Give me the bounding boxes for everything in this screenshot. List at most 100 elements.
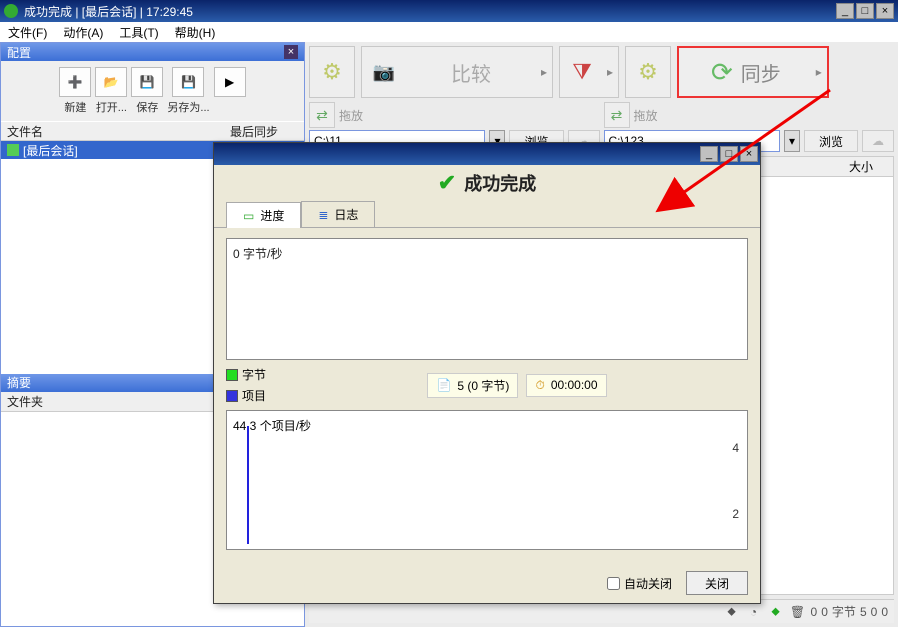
legend-bytes-label: 字节 — [242, 366, 266, 383]
dialog-header: ✔ 成功完成 — [214, 165, 760, 201]
new-button[interactable]: ➕ — [59, 67, 91, 97]
close-button[interactable]: × — [876, 3, 894, 19]
session-label: [最后会话] — [23, 142, 78, 159]
items-graph-axis: 4 2 — [732, 441, 739, 521]
path-right-dropdown-icon[interactable]: ▾ — [784, 130, 800, 152]
dialog-maximize-button[interactable]: □ — [720, 146, 738, 162]
axis-hi: 4 — [732, 441, 739, 455]
bytes-graph: 0 字节/秒 — [226, 238, 748, 360]
menu-bar: 文件(F) 动作(A) 工具(T) 帮助(H) — [0, 22, 898, 42]
save-label: 保存 — [136, 99, 158, 115]
items-graph-label: 44.3 个项目/秒 — [233, 419, 311, 433]
options-icon[interactable] — [628, 52, 668, 92]
bytes-graph-label: 0 字节/秒 — [233, 247, 282, 261]
settings-icon[interactable] — [312, 52, 352, 92]
info-count-chip: 5 (0 字节) — [427, 373, 518, 398]
session-icon — [7, 144, 19, 156]
tab-log-label: 日志 — [334, 206, 358, 223]
sync-button[interactable]: 同步 — [681, 50, 811, 94]
info-count: 5 (0 字节) — [457, 377, 509, 394]
status-icon-4[interactable]: 🗑 — [789, 603, 807, 621]
menu-help[interactable]: 帮助(H) — [171, 22, 220, 43]
drop-right-label: 拖放 — [634, 107, 658, 124]
camera-icon[interactable] — [364, 52, 404, 92]
tab-progress-label: 进度 — [260, 207, 284, 224]
cloud-right-icon[interactable]: ☁ — [862, 130, 894, 152]
window-title: 成功完成 | [最后会话] | 17:29:45 — [24, 3, 834, 20]
menu-action[interactable]: 动作(A) — [59, 22, 107, 43]
window-controls: _ □ × — [834, 3, 894, 19]
minimize-button[interactable]: _ — [836, 3, 854, 19]
config-toolbar: ➕ 新建 📂 打开... 💾 保存 💾 另存为... ▶ — [1, 61, 304, 121]
autoclose-input[interactable] — [607, 577, 620, 590]
compare-button[interactable]: 比较 — [406, 50, 536, 94]
compare-label: 比较 — [451, 58, 491, 87]
swap-left-icon[interactable] — [309, 102, 335, 128]
open-label: 打开... — [96, 99, 127, 115]
compare-dropdown-icon[interactable]: ▸ — [538, 50, 550, 94]
main-toolbar: 比较 ▸ ▸ 同步 ▸ — [309, 46, 894, 98]
size-col[interactable]: 大小 — [849, 158, 873, 175]
extra-button[interactable]: ▶ — [214, 67, 246, 97]
items-graph-bar — [247, 426, 249, 544]
success-check-icon: ✔ — [438, 170, 456, 196]
tab-progress[interactable]: 进度 — [226, 202, 301, 228]
dialog-close-button[interactable]: × — [740, 146, 758, 162]
open-button[interactable]: 📂 — [95, 67, 127, 97]
dialog-close-btn[interactable]: 关闭 — [686, 571, 748, 595]
lastsync-col[interactable]: 最后同步 — [230, 123, 278, 140]
browse-right-label: 浏览 — [819, 133, 843, 150]
summary-title: 摘要 — [7, 374, 31, 391]
sync-group-highlight: 同步 ▸ — [677, 46, 829, 98]
status-zero4: 0 — [881, 605, 888, 619]
dialog-title: 成功完成 — [464, 170, 536, 196]
main-titlebar: 成功完成 | [最后会话] | 17:29:45 _ □ × — [0, 0, 898, 22]
sync-dropdown-icon[interactable]: ▸ — [813, 50, 825, 94]
config-close-icon[interactable]: × — [284, 45, 298, 59]
folder-col[interactable]: 文件夹 — [7, 393, 43, 410]
sync-icon — [711, 57, 733, 88]
clock-icon — [535, 378, 544, 393]
status-icon-3[interactable]: ⬥ — [767, 603, 785, 621]
drop-left-label: 拖放 — [339, 107, 363, 124]
info-time-chip: 00:00:00 — [526, 374, 606, 397]
status-icon-2[interactable]: ◔ — [745, 603, 763, 621]
file-icon — [436, 378, 451, 392]
filter-dropdown-icon[interactable]: ▸ — [604, 50, 616, 94]
legend-bytes: 字节 — [226, 366, 266, 383]
session-list-header: 文件名 最后同步 — [1, 121, 304, 141]
dialog-tabs: 进度 日志 — [226, 201, 760, 227]
maximize-button[interactable]: □ — [856, 3, 874, 19]
filter-icon[interactable] — [562, 52, 602, 92]
status-zero1: 0 — [811, 605, 818, 619]
menu-tools[interactable]: 工具(T) — [115, 22, 162, 43]
legend-items-label: 项目 — [242, 387, 266, 404]
app-icon — [4, 4, 18, 18]
dialog-body: 0 字节/秒 字节 项目 5 (0 字节) — [214, 228, 760, 563]
info-row: 5 (0 字节) 00:00:00 — [286, 373, 748, 398]
config-title: 配置 — [7, 44, 31, 61]
filename-col[interactable]: 文件名 — [7, 123, 43, 140]
extra-label — [228, 99, 231, 111]
legend: 字节 项目 — [226, 366, 266, 404]
axis-lo: 2 — [732, 507, 739, 521]
menu-file[interactable]: 文件(F) — [4, 22, 51, 43]
status-zero2: 0 — [821, 605, 828, 619]
dialog-minimize-button[interactable]: _ — [700, 146, 718, 162]
tab-log[interactable]: 日志 — [301, 201, 375, 227]
autoclose-checkbox[interactable]: 自动关闭 — [607, 575, 672, 592]
browse-right-button[interactable]: 浏览 — [804, 130, 858, 152]
dialog-titlebar[interactable]: _ □ × — [214, 143, 760, 165]
status-bytes: 字节 — [832, 603, 856, 620]
status-icon-1[interactable]: ⬥ — [723, 603, 741, 621]
sync-label: 同步 — [741, 58, 781, 87]
status-five: 5 — [860, 605, 867, 619]
swap-right-icon[interactable] — [604, 102, 630, 128]
saveas-button[interactable]: 💾 — [172, 67, 204, 97]
save-button[interactable]: 💾 — [131, 67, 163, 97]
legend-bytes-swatch — [226, 369, 238, 381]
config-panel-header: 配置 × — [1, 43, 304, 61]
legend-items-swatch — [226, 390, 238, 402]
status-zero3: 0 — [871, 605, 878, 619]
items-graph: 44.3 个项目/秒 4 2 — [226, 410, 748, 550]
